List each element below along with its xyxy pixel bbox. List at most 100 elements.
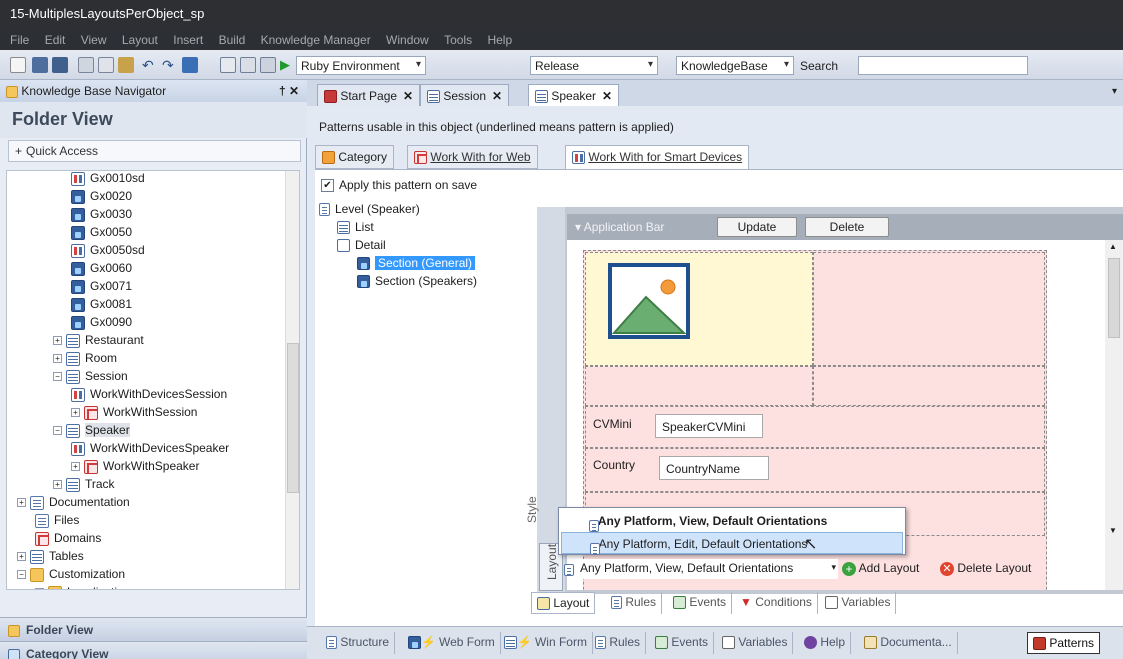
tree-item-gx0030[interactable]: Gx0030 (71, 205, 132, 223)
image-cell[interactable] (585, 252, 813, 366)
detail-node[interactable]: Detail (337, 236, 386, 254)
tree-item-gx0071[interactable]: Gx0071 (71, 277, 132, 295)
menu-edit[interactable]: Edit (45, 33, 66, 47)
section-speakers-node[interactable]: Section (Speakers) (357, 272, 477, 290)
list-node[interactable]: List (337, 218, 374, 236)
delete-button[interactable]: Delete (805, 217, 889, 237)
subtab-conditions[interactable]: ▼ Conditions (735, 592, 818, 614)
objtab-documentation[interactable]: Documenta... (859, 632, 958, 654)
close-icon[interactable]: ✕ (403, 89, 413, 103)
tree-item-track[interactable]: + Track (53, 475, 115, 493)
layout-cell[interactable] (813, 252, 1045, 366)
environment-combo[interactable]: Ruby Environment ▾ (296, 56, 426, 75)
menu-knowledge-manager[interactable]: Knowledge Manager (261, 33, 371, 47)
menu-view[interactable]: View (81, 33, 107, 47)
scroll-up-icon[interactable]: ▲ (1109, 242, 1117, 251)
tab-start-page[interactable]: Start Page ✕ (317, 84, 421, 106)
menu-layout[interactable]: Layout (122, 33, 158, 47)
tree-item-domains[interactable]: Domains (35, 529, 101, 547)
tree-item-gx0050[interactable]: Gx0050 (71, 223, 132, 241)
canvas-scrollbar[interactable]: ▲ ▼ (1105, 240, 1123, 590)
save-all-icon[interactable] (52, 57, 68, 73)
close-icon[interactable]: ✕ (492, 89, 502, 103)
tab-speaker[interactable]: Speaker ✕ (528, 84, 620, 106)
kb-combo[interactable]: KnowledgeBase ▾ (676, 56, 794, 75)
tab-folder-view[interactable]: Folder View (0, 617, 307, 641)
objtab-structure[interactable]: Structure (321, 632, 396, 654)
tree-item-workwithdevicesspeaker[interactable]: WorkWithDevicesSpeaker (71, 439, 229, 457)
speakercvmini-control[interactable]: SpeakerCVMini (655, 414, 763, 438)
refresh-icon[interactable] (182, 57, 198, 73)
expand-icon[interactable]: + (17, 552, 26, 562)
pattern-tab-work-with-web[interactable]: Work With for Web (407, 145, 538, 169)
objtab-events[interactable]: Events (650, 632, 715, 654)
menu-tools[interactable]: Tools (444, 33, 472, 47)
save-icon[interactable] (32, 57, 48, 73)
menu-build[interactable]: Build (219, 33, 246, 47)
expand-icon[interactable]: + (17, 498, 26, 508)
layout-option-view[interactable]: Any Platform, View, Default Orientations (561, 510, 903, 532)
undo-icon[interactable]: ↶ (142, 57, 158, 73)
close-icon[interactable]: ✕ (602, 89, 612, 103)
pattern-tab-category[interactable]: Category (315, 145, 395, 169)
layout-cell[interactable] (585, 366, 813, 406)
apply-on-save-checkbox[interactable]: ✔ Apply this pattern on save (321, 178, 477, 193)
objtab-rules[interactable]: Rules (590, 632, 647, 654)
subtab-variables[interactable]: Variables (820, 592, 897, 614)
layout-combo[interactable]: Any Platform, View, Default Orientations… (576, 559, 838, 579)
search-input[interactable] (858, 56, 1028, 75)
run-icon[interactable]: ▶ (280, 57, 296, 73)
update-button[interactable]: Update (717, 217, 797, 237)
paste-icon[interactable] (118, 57, 134, 73)
tree-item-workwithspeaker[interactable]: + WorkWithSpeaker (71, 457, 199, 475)
tabs-menu-icon[interactable]: ▾ (1112, 86, 1117, 97)
tree-item-tables[interactable]: + Tables (17, 547, 84, 565)
objtab-variables[interactable]: Variables (717, 632, 794, 654)
tree-item-localization[interactable]: + Localization (35, 583, 130, 589)
tree-item-gx0081[interactable]: Gx0081 (71, 295, 132, 313)
configuration-combo[interactable]: Release ▾ (530, 56, 658, 75)
deploy-icon[interactable] (260, 57, 276, 73)
level-node[interactable]: Level (Speaker) (319, 200, 420, 218)
tree-item-room[interactable]: + Room (53, 349, 117, 367)
objtab-patterns[interactable]: Patterns (1027, 632, 1101, 654)
layout-cell[interactable] (813, 366, 1045, 406)
tree-scroll-thumb[interactable] (287, 343, 299, 493)
tree-item-workwithdevicessession[interactable]: WorkWithDevicesSession (71, 385, 227, 403)
tree-item-gx0020[interactable]: Gx0020 (71, 187, 132, 205)
cut-icon[interactable] (78, 57, 94, 73)
add-layout-button[interactable]: + Add Layout (842, 561, 919, 576)
collapse-icon[interactable]: − (53, 372, 62, 382)
objtab-win-form[interactable]: ⚡ Win Form (499, 632, 593, 654)
quick-access-button[interactable]: + Quick Access (8, 140, 301, 162)
scroll-thumb[interactable] (1108, 258, 1120, 338)
countryname-control[interactable]: CountryName (659, 456, 769, 480)
menu-insert[interactable]: Insert (173, 33, 203, 47)
tab-session[interactable]: Session ✕ (420, 84, 510, 106)
tree-item-files[interactable]: Files (35, 511, 79, 529)
expand-icon[interactable]: + (53, 336, 62, 346)
tree-item-gx0010sd[interactable]: Gx0010sd (71, 171, 145, 187)
menu-file[interactable]: File (10, 33, 29, 47)
menu-window[interactable]: Window (386, 33, 429, 47)
delete-layout-button[interactable]: ✕ Delete Layout (940, 561, 1031, 576)
expand-icon[interactable]: + (35, 588, 44, 589)
build-icon[interactable] (220, 57, 236, 73)
new-icon[interactable] (10, 57, 26, 73)
objtab-help[interactable]: Help (799, 632, 852, 654)
expand-icon[interactable]: + (53, 480, 62, 490)
tree-item-gx0060[interactable]: Gx0060 (71, 259, 132, 277)
build-all-icon[interactable] (240, 57, 256, 73)
tree-item-restaurant[interactable]: + Restaurant (53, 331, 144, 349)
tree-item-gx0050sd[interactable]: Gx0050sd (71, 241, 145, 259)
menu-help[interactable]: Help (487, 33, 512, 47)
tab-category-view[interactable]: Category View (0, 641, 307, 659)
cvmini-row[interactable] (585, 406, 1045, 448)
subtab-events[interactable]: Events (668, 592, 733, 614)
section-general-node[interactable]: Section (General) (357, 254, 476, 272)
tree-item-workwithsession[interactable]: + WorkWithSession (71, 403, 197, 421)
scroll-down-icon[interactable]: ▼ (1109, 526, 1117, 535)
expand-icon[interactable]: + (71, 408, 80, 418)
copy-icon[interactable] (98, 57, 114, 73)
tree-item-documentation[interactable]: + Documentation (17, 493, 130, 511)
